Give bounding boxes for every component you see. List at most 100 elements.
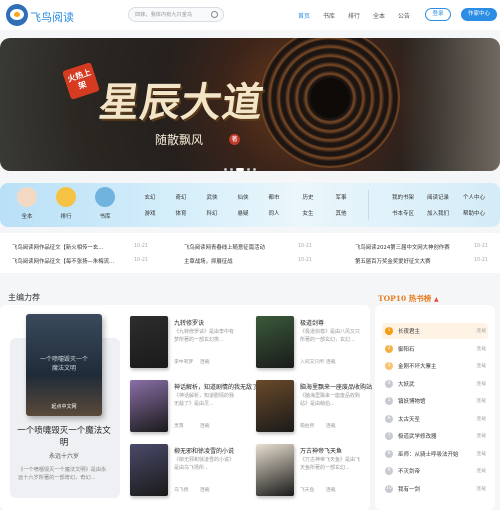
link-help-center[interactable]: 帮助中心 bbox=[463, 209, 485, 217]
library-book-icon[interactable] bbox=[95, 187, 115, 207]
carousel-dot[interactable] bbox=[224, 168, 227, 171]
ranking-book-name[interactable]: 御阳石 bbox=[398, 345, 415, 353]
category-nvsheng[interactable]: 女生 bbox=[297, 209, 319, 217]
top10-ranking-title: TOP10 热书榜 ▲ bbox=[378, 293, 439, 304]
category-xuanyi[interactable]: 悬疑 bbox=[232, 209, 254, 217]
featured-book-author[interactable]: 永远十六岁 bbox=[14, 451, 114, 460]
news-item-date: 10-21 bbox=[298, 258, 312, 263]
book-title[interactable]: 柳无邪和徐凌雪的小说 bbox=[174, 446, 234, 455]
book-author[interactable]: 入间又只所 bbox=[300, 358, 324, 365]
complete-books-icon[interactable] bbox=[17, 187, 37, 207]
nav-library[interactable]: 书库 bbox=[323, 11, 335, 20]
nav-home[interactable]: 首页 bbox=[298, 11, 310, 20]
banner-carousel-dots[interactable] bbox=[224, 166, 259, 173]
ranking-number: 7 bbox=[385, 432, 393, 440]
ranking-item[interactable]: 6 太古天圣 连载 bbox=[382, 411, 488, 427]
book-cover[interactable] bbox=[130, 380, 168, 432]
category-xuanhuan[interactable]: 玄幻 bbox=[139, 193, 161, 201]
quick-nav-library[interactable]: 书库 bbox=[90, 212, 120, 220]
ranking-book-name[interactable]: 大妖武 bbox=[398, 380, 415, 388]
carousel-dot[interactable] bbox=[247, 168, 250, 171]
category-kehuan[interactable]: 科幻 bbox=[201, 209, 223, 217]
ranking-book-name[interactable]: 不灭剑帝 bbox=[398, 467, 420, 475]
ranking-item[interactable]: 4 大妖武 连载 bbox=[382, 376, 488, 392]
ranking-book-name[interactable]: 巫师：从骑士呼吸法开始 bbox=[398, 450, 459, 458]
ranking-book-name[interactable]: 长夜君主 bbox=[398, 327, 420, 335]
bird-logo-icon[interactable] bbox=[6, 4, 28, 26]
news-item-title[interactable]: 主章战场，抑展征战 bbox=[184, 257, 233, 265]
book-cover[interactable] bbox=[256, 444, 294, 496]
book-author[interactable]: 萌伯所 bbox=[300, 422, 314, 429]
book-cover[interactable] bbox=[256, 316, 294, 368]
carousel-dot[interactable] bbox=[230, 168, 233, 171]
ranking-book-name[interactable]: 镇妖博物馆 bbox=[398, 397, 426, 405]
book-title[interactable]: 九转修罗诀 bbox=[174, 318, 204, 327]
ranking-book-status: 连载 bbox=[476, 486, 486, 492]
news-item-title[interactable]: 飞鸟阅读2024第三届中文网大神创作赛 bbox=[355, 243, 450, 251]
book-title[interactable]: 脑海里飘来一座废品收购站 bbox=[300, 382, 372, 391]
news-item-title[interactable]: 第五届百万奖金奖爱好征文大赛 bbox=[355, 257, 430, 265]
category-wuxia[interactable]: 武侠 bbox=[201, 193, 223, 201]
book-cover[interactable] bbox=[130, 444, 168, 496]
category-youxi[interactable]: 游戏 bbox=[139, 209, 161, 217]
nav-ranking[interactable]: 排行 bbox=[348, 11, 360, 20]
link-bookshelf[interactable]: 我的书架 bbox=[392, 193, 414, 201]
category-tiyu[interactable]: 体育 bbox=[170, 209, 192, 217]
featured-book-cover[interactable]: 一个喷嚏毁灭一个魔法文明 起点中文网 bbox=[26, 314, 102, 416]
ranking-item[interactable]: 7 极道武学修改器 连载 bbox=[382, 428, 488, 444]
book-author[interactable]: 飞天鱼 bbox=[300, 486, 314, 493]
author-center-button[interactable]: 作家中心 bbox=[461, 8, 497, 21]
ranking-item[interactable]: 5 镇妖博物馆 连载 bbox=[382, 393, 488, 409]
link-reading-history[interactable]: 阅读记录 bbox=[427, 193, 449, 201]
link-personal-center[interactable]: 个人中心 bbox=[463, 193, 485, 201]
news-item-title[interactable]: 飞鸟阅读网青春线上随意征篇活动 bbox=[184, 243, 265, 251]
ranking-book-name[interactable]: 极道武学修改器 bbox=[398, 432, 437, 440]
ranking-item[interactable]: 1 长夜君主 连载 bbox=[382, 323, 488, 339]
category-qihuan[interactable]: 奇幻 bbox=[170, 193, 192, 201]
ranking-book-name[interactable]: 金刚不坏大寨主 bbox=[398, 362, 437, 370]
brand-name[interactable]: 飞鸟阅读 bbox=[30, 9, 74, 25]
ranking-book-status: 连载 bbox=[476, 329, 486, 334]
featured-book-title[interactable]: 一个喷嚏毁灭一个魔法文明 bbox=[14, 425, 114, 449]
category-lishi[interactable]: 历史 bbox=[297, 193, 319, 201]
category-dushi[interactable]: 都市 bbox=[263, 193, 285, 201]
ranking-item[interactable]: 3 金刚不坏大寨主 连载 bbox=[382, 358, 488, 374]
nav-complete[interactable]: 全本 bbox=[373, 11, 385, 20]
book-title[interactable]: 万古神帝飞天鱼 bbox=[300, 446, 342, 455]
quick-nav-ranking[interactable]: 排行 bbox=[51, 212, 81, 220]
link-join-us[interactable]: 加入我们 bbox=[427, 209, 449, 217]
news-item-title[interactable]: 飞鸟阅读网作品征文【每不张扬—朱梅流... bbox=[12, 257, 114, 265]
ranking-book-status: 连载 bbox=[476, 451, 486, 457]
book-cover[interactable] bbox=[256, 380, 294, 432]
ranking-item[interactable]: 10 我有一剑 连载 bbox=[382, 481, 488, 497]
carousel-dot[interactable] bbox=[253, 168, 256, 171]
login-button[interactable]: 登录 bbox=[425, 8, 451, 21]
quick-nav-complete[interactable]: 全本 bbox=[12, 212, 42, 220]
category-qita[interactable]: 其他 bbox=[330, 209, 352, 217]
book-author[interactable]: 李中有梦 bbox=[174, 358, 193, 365]
featured-book-desc: 《一个喷嚏毁灭一个魔法文明》是由永远十六岁所著的一部奇幻，奇幻... bbox=[18, 467, 107, 481]
nav-announcement[interactable]: 公告 bbox=[398, 11, 410, 20]
category-tongren[interactable]: 同人 bbox=[263, 209, 285, 217]
search-input[interactable]: 四妹，我体内有九只金乌 bbox=[128, 7, 224, 22]
book-title[interactable]: 神话解析，知道剧情的我无敌了 bbox=[174, 382, 258, 391]
ranking-book-status: 连载 bbox=[476, 346, 486, 352]
ranking-book-name[interactable]: 我有一剑 bbox=[398, 485, 420, 493]
ranking-item[interactable]: 2 御阳石 连载 bbox=[382, 341, 488, 357]
book-title[interactable]: 极道剑尊 bbox=[300, 318, 324, 327]
ranking-item[interactable]: 8 巫师：从骑士呼吸法开始 连载 bbox=[382, 446, 488, 462]
category-junshi[interactable]: 军事 bbox=[330, 193, 352, 201]
ranking-book-name[interactable]: 太古天圣 bbox=[398, 415, 420, 423]
book-author[interactable]: 乌飞扬 bbox=[174, 486, 188, 493]
quick-nav-bar: 全本 排行 书库 玄幻 奇幻 武侠 仙侠 都市 历史 军事 游戏 体育 科幻 悬… bbox=[0, 183, 500, 227]
category-xianxia[interactable]: 仙侠 bbox=[232, 193, 254, 201]
ranking-trophy-icon[interactable] bbox=[56, 187, 76, 207]
book-desc: 《柳无邪和徐凌雪的小说》是由乌飞扬所... bbox=[174, 457, 235, 471]
news-item-title[interactable]: 飞鸟阅读网作品征文【新火相传一玄... bbox=[12, 243, 103, 251]
book-cover[interactable] bbox=[130, 316, 168, 368]
search-icon[interactable] bbox=[211, 11, 218, 18]
carousel-dot-active[interactable] bbox=[236, 168, 244, 171]
book-author[interactable]: 灵落 bbox=[174, 422, 184, 429]
ranking-item[interactable]: 9 不灭剑帝 连载 bbox=[382, 463, 488, 479]
link-book-zone[interactable]: 书本专区 bbox=[392, 209, 414, 217]
